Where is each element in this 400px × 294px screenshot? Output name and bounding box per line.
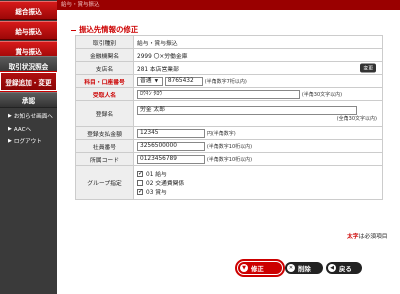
row-dept: 所属コード 0123456789 (半角数字10桁以内) <box>75 152 383 166</box>
back-arrow-icon: ◀ <box>328 264 336 272</box>
field-label: 社員番号 <box>75 139 134 153</box>
reg-name-input[interactable]: 労金 太郎 <box>137 105 357 115</box>
group-option-label: 03 賞与 <box>146 190 167 196</box>
row-payee: 受取人名 ﾛｳｷﾝ ﾀﾛｳ (半角30文字以内) <box>75 87 383 101</box>
group-option-03[interactable]: 03 賞与 <box>137 187 379 196</box>
required-note-rest: は必須項目 <box>358 234 388 240</box>
bank-value: 2999 〇×労働金庫 <box>133 48 383 62</box>
delete-label: 削除 <box>298 264 311 273</box>
edit-form: 取引種別 給与・賞与振込 金融機関名 2999 〇×労働金庫 支店名 281 本… <box>75 35 383 200</box>
branch-value: 281 本店営業部 <box>137 66 179 73</box>
account-type-value: 普通 <box>140 77 152 84</box>
employee-note: (半角数字10桁以内) <box>206 143 253 150</box>
required-note: 太字は必須項目 <box>347 231 388 240</box>
chevron-down-icon: ▼ <box>240 264 248 272</box>
nav-item-toroku[interactable]: 登録追加・変更 <box>0 71 58 92</box>
arrow-icon: ▶ <box>8 126 12 132</box>
field-label: 受取人名 <box>75 87 134 101</box>
group-checkbox[interactable] <box>137 170 143 177</box>
chevron-down-icon: ▼ <box>154 78 159 84</box>
account-type-select[interactable]: 普通 ▼ <box>137 76 163 86</box>
branch-cell: 281 本店営業部 変更 <box>133 61 383 75</box>
back-label: 戻る <box>339 264 352 273</box>
row-torihiki: 取引種別 給与・賞与振込 <box>75 35 383 49</box>
payee-input[interactable]: ﾛｳｷﾝ ﾀﾛｳ <box>137 89 300 99</box>
amount-note: 円(半角数字) <box>206 130 236 137</box>
employee-input[interactable]: 3256500000 <box>137 141 205 151</box>
row-reg-name: 登録名 労金 太郎 (全角30文字以内) <box>75 100 383 127</box>
dept-note: (半角数字10桁以内) <box>206 156 253 163</box>
group-checkbox[interactable] <box>137 179 143 186</box>
group-option-02[interactable]: 02 交通費関係 <box>137 178 379 187</box>
main-content: 給与・賞与振込 振込先情報の修正 取引種別 給与・賞与振込 金融機関名 2999… <box>57 0 400 294</box>
row-amount: 登録支払金額 12345 円(半角数字) <box>75 126 383 140</box>
submit-label: 修正 <box>251 264 264 273</box>
field-label: 支店名 <box>75 61 134 75</box>
account-cell: 普通 ▼ 8765432 (半角数字7桁以内) <box>133 74 383 88</box>
row-group: グループ指定 01 給与 02 交通費関係 03 賞与 <box>75 165 383 200</box>
title-dash <box>71 29 76 31</box>
section-title-text: 振込先情報の修正 <box>79 25 139 34</box>
dept-input[interactable]: 0123456789 <box>137 154 205 164</box>
employee-cell: 3256500000 (半角数字10桁以内) <box>133 139 383 153</box>
payee-note: (半角30文字以内) <box>301 91 343 98</box>
nav-item-sogo[interactable]: 総合振込 <box>0 1 57 20</box>
payee-cell: ﾛｳｷﾝ ﾀﾛｳ (半角30文字以内) <box>133 87 383 101</box>
reg-name-cell: 労金 太郎 (全角30文字以内) <box>133 100 383 127</box>
arrow-icon: ▶ <box>8 113 12 119</box>
field-label: 金融機関名 <box>75 48 134 62</box>
nav-link-label: お知らせ画面へ <box>13 114 53 120</box>
amount-cell: 12345 円(半角数字) <box>133 126 383 140</box>
nav-link-label: ログアウト <box>13 139 42 145</box>
nav-link-aac[interactable]: ▶ AACへ <box>0 123 57 135</box>
row-branch: 支店名 281 本店営業部 変更 <box>75 61 383 75</box>
back-button[interactable]: ◀ 戻る <box>326 262 362 274</box>
delete-button[interactable]: ✕ 削除 <box>285 262 323 274</box>
left-nav: 総合振込 給与振込 賞与振込 取引状況照会 登録追加・変更 承認 ▶ お知らせ画面… <box>0 0 58 294</box>
field-label: 所属コード <box>75 152 134 166</box>
group-option-01[interactable]: 01 給与 <box>137 169 379 178</box>
nav-item-kyuyo[interactable]: 給与振込 <box>0 21 57 40</box>
nav-link-label: AACへ <box>13 127 32 133</box>
required-note-bold: 太字 <box>347 234 359 240</box>
section-title: 振込先情報の修正 <box>71 24 138 35</box>
nav-item-shonin[interactable]: 承認 <box>0 92 57 108</box>
reg-name-note: (全角30文字以内) <box>336 115 377 122</box>
group-checkbox[interactable] <box>137 188 143 195</box>
field-label: 科目・口座番号 <box>75 74 134 88</box>
field-label: グループ指定 <box>75 165 134 200</box>
group-option-label: 01 給与 <box>146 172 167 178</box>
account-note: (半角数字7桁以内) <box>204 78 247 85</box>
account-number-input[interactable]: 8765432 <box>164 76 203 86</box>
arrow-icon: ▶ <box>8 138 12 144</box>
field-label: 登録名 <box>75 100 134 127</box>
close-icon: ✕ <box>287 264 295 272</box>
field-label: 取引種別 <box>75 35 134 49</box>
breadcrumb: 給与・賞与振込 <box>57 0 400 10</box>
torihiki-value: 給与・賞与振込 <box>133 35 383 49</box>
row-bank: 金融機関名 2999 〇×労働金庫 <box>75 48 383 62</box>
change-branch-button[interactable]: 変更 <box>360 63 376 73</box>
field-label: 登録支払金額 <box>75 126 134 140</box>
submit-edit-button[interactable]: ▼ 修正 <box>235 259 285 277</box>
dept-cell: 0123456789 (半角数字10桁以内) <box>133 152 383 166</box>
nav-link-oshirase[interactable]: ▶ お知らせ画面へ <box>0 110 57 122</box>
row-employee: 社員番号 3256500000 (半角数字10桁以内) <box>75 139 383 153</box>
group-cell: 01 給与 02 交通費関係 03 賞与 <box>133 165 383 200</box>
group-option-label: 02 交通費関係 <box>146 181 185 187</box>
nav-link-logout[interactable]: ▶ ログアウト <box>0 135 57 147</box>
row-account: 科目・口座番号 普通 ▼ 8765432 (半角数字7桁以内) <box>75 74 383 88</box>
amount-input[interactable]: 12345 <box>137 128 205 138</box>
